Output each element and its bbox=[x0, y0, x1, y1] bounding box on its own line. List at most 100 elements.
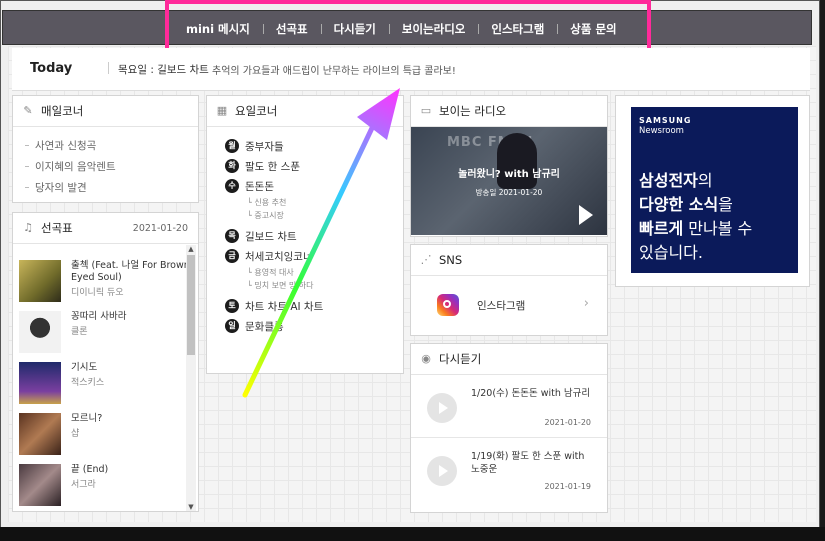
song-artist: 서그라 bbox=[71, 480, 96, 490]
visible-radio-header: ▭ 보이는 라디오 bbox=[411, 96, 607, 127]
day-label: 팔도 한 스푼 bbox=[245, 160, 300, 173]
day-item-tue[interactable]: 화 팔도 한 스푼 bbox=[207, 156, 403, 176]
play-button-icon[interactable] bbox=[427, 456, 457, 486]
day-badge: 목 bbox=[225, 229, 239, 243]
video-camera-icon: ▭ bbox=[420, 104, 432, 117]
song-title: 출첵 (Feat. 나얼 For Brown Eyed Soul) bbox=[71, 260, 190, 283]
song-title: 꽁따리 사바라 bbox=[71, 311, 127, 322]
sub-item[interactable]: └ 중고시장 bbox=[207, 209, 403, 222]
day-item-fri[interactable]: 금 처세코치잉코너 bbox=[207, 246, 403, 266]
instagram-link[interactable]: 인스타그램 › bbox=[411, 276, 607, 334]
nav-instagram[interactable]: 인스타그램 bbox=[478, 21, 557, 37]
replay-item-title: 1/19(화) 팔도 한 스푼 with 노중운 bbox=[471, 451, 585, 475]
scrollbar-thumb[interactable] bbox=[187, 255, 195, 355]
radio-overlay-date: 방송일 2021-01-20 bbox=[475, 188, 543, 197]
nav-product-inquiry[interactable]: 상품 문의 bbox=[557, 21, 629, 37]
weekly-corner-title: 요일코너 bbox=[235, 104, 278, 118]
song-item[interactable]: 기시도적스키스 bbox=[13, 358, 198, 409]
sub-item[interactable]: └ 밍치 보면 밍 하다 bbox=[207, 279, 403, 292]
day-badge: 일 bbox=[225, 319, 239, 333]
song-item[interactable]: 끝 (End) 서그라 bbox=[13, 460, 198, 511]
day-label: 중부자들 bbox=[245, 140, 284, 153]
nav-replay[interactable]: 다시듣기 bbox=[320, 21, 389, 37]
day-label: 차트 차트 AI 차트 bbox=[245, 300, 324, 313]
day-label: 처세코치잉코너 bbox=[245, 250, 313, 263]
album-cover bbox=[19, 362, 61, 404]
playlist-scrollbar[interactable]: ▲ ▼ bbox=[186, 245, 196, 511]
replay-item[interactable]: 1/20(수) 돈돈돈 with 남규리 2021-01-20 bbox=[411, 375, 607, 438]
memo-icon: ✎ bbox=[23, 104, 33, 117]
album-cover bbox=[19, 260, 61, 302]
visible-radio-panel: ▭ 보이는 라디오 MBC FM4U 놀러왔니? with 남규리 방송일 20… bbox=[410, 95, 608, 237]
day-badge: 토 bbox=[225, 299, 239, 313]
replay-item[interactable]: 1/19(화) 팔도 한 스푼 with 노중운 2021-01-19 bbox=[411, 438, 607, 501]
song-item[interactable]: 꽁따리 사바라 클론 bbox=[13, 307, 198, 358]
chevron-right-icon: › bbox=[583, 296, 589, 311]
song-artist: 디이니릭 듀오 bbox=[71, 288, 124, 298]
replay-item-date: 2021-01-19 bbox=[544, 482, 592, 491]
replay-title: 다시듣기 bbox=[439, 352, 482, 366]
replay-panel: ◉ 다시듣기 1/20(수) 돈돈돈 with 남규리 2021-01-20 1… bbox=[410, 343, 608, 513]
today-banner: Today 목요일 : 길보드 차트 추억의 가요들과 애드립이 난무하는 라이… bbox=[12, 48, 810, 91]
nav-menu: mini 메시지 선곡표 다시듣기 보이는라디오 인스타그램 상품 문의 bbox=[173, 12, 630, 45]
calendar-icon: ▦ bbox=[216, 104, 228, 117]
playlist-date: 2021-01-20 bbox=[132, 223, 188, 234]
day-label: 길보드 차트 bbox=[245, 230, 297, 243]
ad-brand: SAMSUNG bbox=[639, 116, 692, 125]
daily-corner-title: 매일코너 bbox=[41, 104, 84, 118]
play-icon[interactable] bbox=[579, 205, 593, 225]
radio-video-thumbnail[interactable]: MBC FM4U 놀러왔니? with 남규리 방송일 2021-01-20 bbox=[411, 127, 607, 235]
radio-overlay-title: 놀러왔니? with 남규리 bbox=[458, 169, 560, 180]
album-cover bbox=[19, 311, 61, 353]
sns-panel: ⋰ SNS 인스타그램 › bbox=[410, 244, 608, 336]
daily-corner-item[interactable]: 당자의 발견 bbox=[13, 177, 198, 198]
song-item[interactable]: 모르니? 샵 bbox=[13, 409, 198, 460]
weekly-corner-header: ▦ 요일코너 bbox=[207, 96, 403, 127]
host-silhouette bbox=[497, 133, 537, 189]
sub-item[interactable]: └ 신용 추천 bbox=[207, 196, 403, 209]
share-icon: ⋰ bbox=[420, 253, 432, 266]
playlist-panel: ♫ 선곡표 2021-01-20 출첵 (Feat. 나얼 For Brown … bbox=[12, 212, 199, 512]
today-description: 추억의 가요들과 애드립이 난무하는 라이브의 특급 콜라보! bbox=[212, 66, 456, 77]
nav-visible-radio[interactable]: 보이는라디오 bbox=[388, 21, 478, 37]
day-item-thu[interactable]: 목 길보드 차트 bbox=[207, 226, 403, 246]
day-item-sat[interactable]: 토 차트 차트 AI 차트 bbox=[207, 296, 403, 316]
day-item-sun[interactable]: 일 문화클롱 bbox=[207, 316, 403, 336]
daily-corner-item[interactable]: 이지혜의 음악렌트 bbox=[13, 156, 198, 177]
scroll-up-icon[interactable]: ▲ bbox=[186, 245, 196, 253]
samsung-newsroom-ad[interactable]: SAMSUNG Newsroom 삼성전자의 다양한 소식을 빠르게 만나볼 수… bbox=[631, 107, 798, 273]
bottom-bar bbox=[0, 527, 825, 541]
replay-item-title: 1/20(수) 돈돈돈 with 남규리 bbox=[471, 388, 591, 399]
day-item-wed[interactable]: 수 돈돈돈 bbox=[207, 176, 403, 196]
music-note-icon: ♫ bbox=[23, 221, 33, 234]
play-button-icon[interactable] bbox=[427, 393, 457, 423]
song-item[interactable]: 출첵 (Feat. 나얼 For Brown Eyed Soul) 디이니릭 듀오 bbox=[13, 256, 198, 307]
album-cover bbox=[19, 413, 61, 455]
today-title: Today bbox=[30, 61, 73, 76]
album-cover bbox=[19, 464, 61, 506]
song-artist: 샵 bbox=[71, 429, 80, 439]
song-artist: 적스키스 bbox=[71, 378, 105, 388]
visible-radio-title: 보이는 라디오 bbox=[439, 104, 507, 118]
divider bbox=[108, 62, 109, 74]
replay-item-date: 2021-01-20 bbox=[544, 418, 592, 427]
day-badge: 화 bbox=[225, 159, 239, 173]
day-badge: 금 bbox=[225, 249, 239, 263]
play-circle-icon: ◉ bbox=[421, 352, 431, 365]
daily-corner-panel: ✎ 매일코너 사연과 신청곡 이지혜의 음악렌트 당자의 발견 bbox=[12, 95, 199, 203]
day-item-mon[interactable]: 월 중부자들 bbox=[207, 136, 403, 156]
daily-corner-item[interactable]: 사연과 신청곡 bbox=[13, 135, 198, 156]
sub-item[interactable]: └ 용영적 대사 bbox=[207, 266, 403, 279]
sns-title: SNS bbox=[439, 253, 463, 267]
nav-playlist[interactable]: 선곡표 bbox=[262, 21, 321, 37]
today-label[interactable]: 목요일 : 길보드 차트 bbox=[118, 62, 209, 77]
day-badge: 수 bbox=[225, 179, 239, 193]
song-title: 기시도 bbox=[71, 362, 98, 373]
song-title: 모르니? bbox=[71, 413, 103, 424]
nav-mini-message[interactable]: mini 메시지 bbox=[173, 21, 263, 37]
day-label: 돈돈돈 bbox=[245, 180, 274, 193]
day-badge: 월 bbox=[225, 139, 239, 153]
weekly-corner-panel: ▦ 요일코너 월 중부자들 화 팔도 한 스푼 수 돈돈돈 └ 신용 추천 └ 중고시… bbox=[206, 95, 404, 374]
daily-corner-header: ✎ 매일코너 bbox=[13, 96, 198, 127]
scroll-down-icon[interactable]: ▼ bbox=[186, 503, 196, 511]
